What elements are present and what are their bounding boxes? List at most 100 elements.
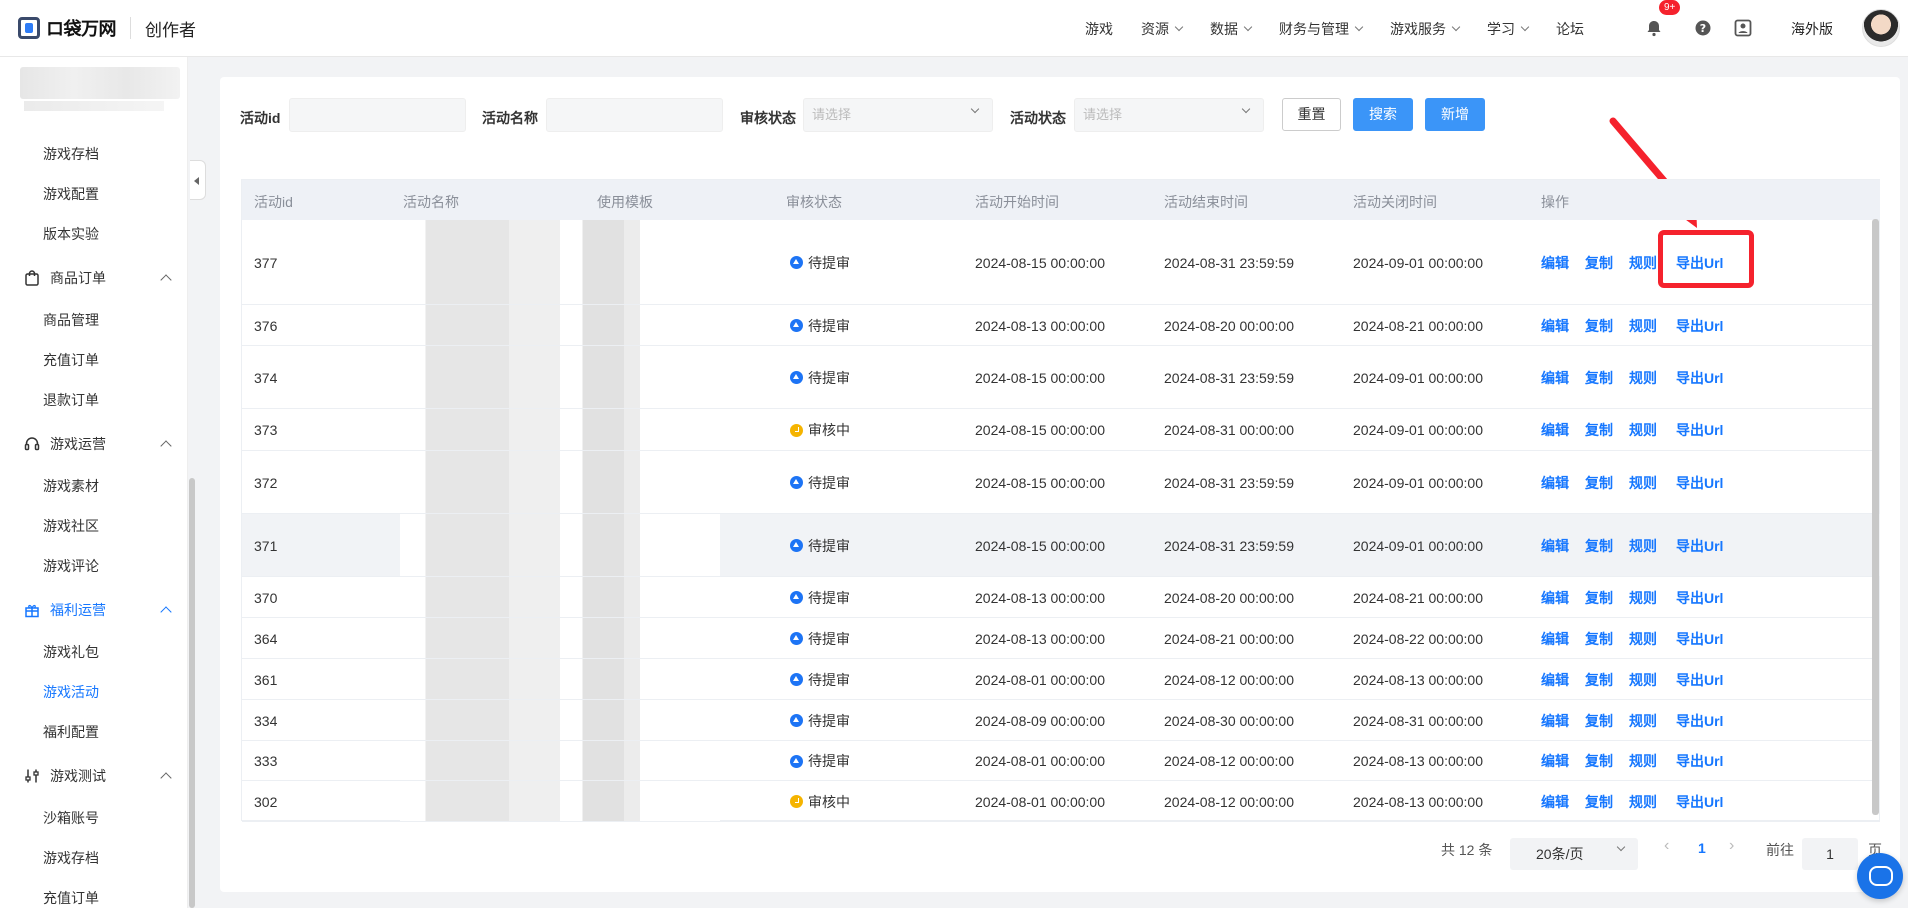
goto-page-input[interactable]: 1 [1802, 838, 1858, 870]
sidebar-item[interactable]: 游戏素材 [43, 476, 99, 496]
bell-icon[interactable] [1645, 19, 1663, 37]
rules-action-link[interactable]: 规则 [1629, 751, 1657, 771]
export-url-action-link[interactable]: 导出Url [1676, 588, 1723, 608]
table-row[interactable]: 374 待提审 2024-08-15 00:00:00 2024-08-31 23:5… [242, 346, 1880, 409]
export-url-action-link[interactable]: 导出Url [1676, 629, 1723, 649]
sidebar-item[interactable]: 游戏礼包 [43, 642, 99, 662]
rules-action-link[interactable]: 规则 [1629, 316, 1657, 336]
edit-action-link[interactable]: 编辑 [1541, 792, 1569, 812]
edit-action-link[interactable]: 编辑 [1541, 420, 1569, 440]
copy-action-link[interactable]: 复制 [1585, 316, 1613, 336]
table-row[interactable]: 373 审核中 2024-08-15 00:00:00 2024-08-31 00:0… [242, 409, 1880, 451]
chat-icon[interactable] [1857, 853, 1903, 899]
sidebar-item[interactable]: 游戏社区 [43, 516, 99, 536]
sidebar-scrollbar[interactable] [189, 478, 195, 908]
export-url-action-link[interactable]: 导出Url [1676, 316, 1723, 336]
activity-id-input[interactable] [289, 98, 466, 132]
export-url-action-link[interactable]: 导出Url [1676, 536, 1723, 556]
sidebar-item[interactable]: 退款订单 [43, 390, 99, 410]
copy-action-link[interactable]: 复制 [1585, 368, 1613, 388]
sidebar-item[interactable]: 游戏配置 [43, 184, 99, 204]
help-icon[interactable]: ? [1694, 19, 1712, 37]
copy-action-link[interactable]: 复制 [1585, 536, 1613, 556]
edit-action-link[interactable]: 编辑 [1541, 670, 1569, 690]
activity-name-input[interactable] [546, 98, 723, 132]
rules-action-link[interactable]: 规则 [1629, 711, 1657, 731]
table-row[interactable]: 370 待提审 2024-08-13 00:00:00 2024-08-20 00:0… [242, 577, 1880, 618]
copy-action-link[interactable]: 复制 [1585, 670, 1613, 690]
copy-action-link[interactable]: 复制 [1585, 751, 1613, 771]
edit-action-link[interactable]: 编辑 [1541, 473, 1569, 493]
table-scrollbar[interactable] [1872, 219, 1879, 815]
table-row[interactable]: 364 待提审 2024-08-13 00:00:00 2024-08-21 00:0… [242, 618, 1880, 659]
table-row[interactable]: 371 待提审 2024-08-15 00:00:00 2024-08-31 23:5… [242, 514, 1880, 577]
table-row[interactable]: 333 待提审 2024-08-01 00:00:00 2024-08-12 00:0… [242, 741, 1880, 781]
sidebar-item[interactable]: 游戏活动 [43, 682, 99, 702]
nav-item[interactable]: 学习 [1487, 19, 1530, 39]
copy-action-link[interactable]: 复制 [1585, 711, 1613, 731]
export-url-action-link[interactable]: 导出Url [1676, 792, 1723, 812]
page-size-select[interactable]: 20条/页 [1510, 838, 1638, 870]
nav-item[interactable]: 财务与管理 [1279, 19, 1364, 39]
review-status-select[interactable]: 请选择 [803, 98, 993, 132]
edit-action-link[interactable]: 编辑 [1541, 629, 1569, 649]
sidebar-group[interactable]: 游戏测试 [24, 766, 172, 786]
nav-item[interactable]: 数据 [1210, 19, 1253, 39]
sidebar-item[interactable]: 商品管理 [43, 310, 99, 330]
copy-action-link[interactable]: 复制 [1585, 473, 1613, 493]
edit-action-link[interactable]: 编辑 [1541, 588, 1569, 608]
export-url-action-link[interactable]: 导出Url [1676, 473, 1723, 493]
copy-action-link[interactable]: 复制 [1585, 792, 1613, 812]
page-number-current[interactable]: 1 [1698, 840, 1706, 856]
sidebar-item[interactable]: 充值订单 [43, 350, 99, 370]
edit-action-link[interactable]: 编辑 [1541, 368, 1569, 388]
sidebar-item[interactable]: 游戏评论 [43, 556, 99, 576]
edit-action-link[interactable]: 编辑 [1541, 536, 1569, 556]
edit-action-link[interactable]: 编辑 [1541, 316, 1569, 336]
table-row[interactable]: 302 审核中 2024-08-01 00:00:00 2024-08-12 00:0… [242, 781, 1880, 822]
sidebar-item[interactable]: 游戏存档 [43, 144, 99, 164]
table-row[interactable]: 361 待提审 2024-08-01 00:00:00 2024-08-12 00:0… [242, 659, 1880, 700]
rules-action-link[interactable]: 规则 [1629, 473, 1657, 493]
edit-action-link[interactable]: 编辑 [1541, 751, 1569, 771]
rules-action-link[interactable]: 规则 [1629, 588, 1657, 608]
sidebar-group[interactable]: 福利运营 [24, 600, 172, 620]
rules-action-link[interactable]: 规则 [1629, 536, 1657, 556]
rules-action-link[interactable]: 规则 [1629, 420, 1657, 440]
sidebar-item[interactable]: 游戏存档 [43, 848, 99, 868]
nav-item[interactable]: 资源 [1141, 19, 1184, 39]
rules-action-link[interactable]: 规则 [1629, 670, 1657, 690]
user-card-icon[interactable] [1734, 19, 1752, 37]
table-row[interactable]: 334 待提审 2024-08-09 00:00:00 2024-08-30 00:0… [242, 700, 1880, 741]
nav-item[interactable]: 游戏 [1085, 19, 1113, 39]
reset-button[interactable]: 重置 [1282, 98, 1341, 131]
export-url-action-link[interactable]: 导出Url [1676, 711, 1723, 731]
logo[interactable]: ロ袋万网 [18, 15, 117, 41]
sidebar-collapse-button[interactable] [190, 160, 206, 200]
rules-action-link[interactable]: 规则 [1629, 253, 1657, 273]
copy-action-link[interactable]: 复制 [1585, 629, 1613, 649]
export-url-action-link[interactable]: 导出Url [1676, 420, 1723, 440]
prev-page-icon[interactable]: ‹ [1664, 837, 1669, 855]
table-row[interactable]: 376 待提审 2024-08-13 00:00:00 2024-08-20 00:0… [242, 305, 1880, 346]
add-button[interactable]: 新增 [1425, 98, 1485, 131]
copy-action-link[interactable]: 复制 [1585, 420, 1613, 440]
sidebar-item[interactable]: 充值订单 [43, 888, 99, 908]
avatar[interactable] [1862, 9, 1900, 47]
sidebar-item[interactable]: 福利配置 [43, 722, 99, 742]
sidebar-group[interactable]: 商品订单 [24, 268, 172, 288]
edit-action-link[interactable]: 编辑 [1541, 253, 1569, 273]
rules-action-link[interactable]: 规则 [1629, 629, 1657, 649]
next-page-icon[interactable]: › [1729, 837, 1734, 855]
activity-status-select[interactable]: 请选择 [1074, 98, 1264, 132]
export-url-action-link[interactable]: 导出Url [1676, 368, 1723, 388]
rules-action-link[interactable]: 规则 [1629, 368, 1657, 388]
nav-item[interactable]: 游戏服务 [1390, 19, 1461, 39]
export-url-action-link[interactable]: 导出Url [1676, 751, 1723, 771]
table-row[interactable]: 372 待提审 2024-08-15 00:00:00 2024-08-31 23:5… [242, 451, 1880, 514]
nav-item[interactable]: 论坛 [1556, 19, 1584, 39]
rules-action-link[interactable]: 规则 [1629, 792, 1657, 812]
export-url-action-link[interactable]: 导出Url [1676, 670, 1723, 690]
table-row[interactable]: 377 待提审 2024-08-15 00:00:00 2024-08-31 23:5… [242, 220, 1880, 305]
region-label[interactable]: 海外版 [1791, 19, 1833, 39]
